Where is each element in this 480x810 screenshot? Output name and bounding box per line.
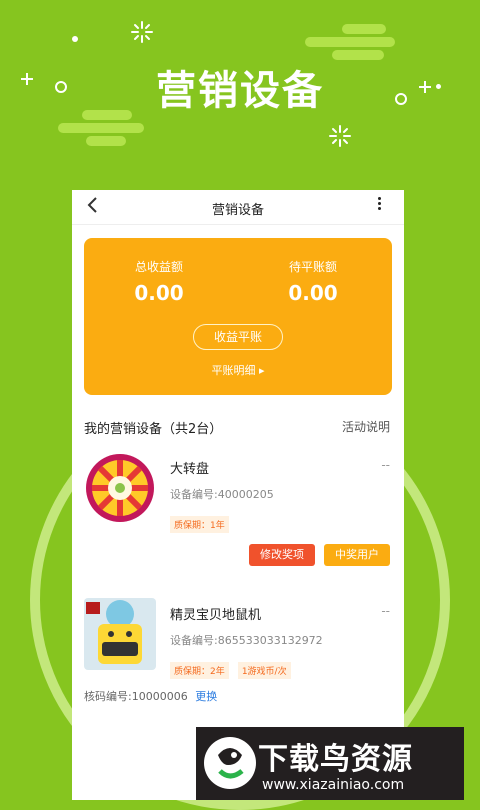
device-item[interactable]: 精灵宝贝地鼠机 -- 设备编号:865533033132972 质保期：2年 1… [84, 598, 390, 679]
phone-screen: 营销设备 总收益额 0.00 待平账额 0.00 收益平账 平账明细 ▸ 我的营… [72, 190, 404, 800]
warranty-tag: 质保期：2年 [170, 662, 229, 679]
winners-button[interactable]: 中奖用户 [324, 544, 390, 566]
watermark-name: 下载鸟资源 [258, 742, 413, 777]
nav-title: 营销设备 [211, 203, 264, 218]
total-earnings: 总收益额 0.00 [84, 258, 234, 305]
pending-settlement: 待平账额 0.00 [238, 258, 388, 305]
edit-prizes-button[interactable]: 修改奖项 [249, 544, 315, 566]
device-item[interactable]: 大转盘 -- 设备编号:40000205 质保期：1年 修改奖项 中奖用户 [84, 452, 390, 572]
devices-section-header: 我的营销设备（共2台） 活动说明 [84, 418, 390, 437]
total-earnings-value: 0.00 [134, 281, 184, 305]
warranty-tag: 质保期：1年 [170, 516, 229, 533]
nav-bar: 营销设备 [72, 190, 404, 225]
decor-cloud [58, 123, 144, 133]
device-status: -- [381, 458, 390, 472]
sparkle-icon [329, 125, 351, 147]
decor-cloud [86, 136, 126, 146]
total-earnings-label: 总收益额 [134, 260, 183, 274]
price-tag: 1游戏币/次 [237, 662, 291, 679]
device-status: -- [381, 604, 390, 618]
settlement-detail-link[interactable]: 平账明细 ▸ [84, 362, 392, 378]
promo-title: 营销设备 [156, 68, 324, 114]
verification-code: 核码编号:10000006 [84, 690, 188, 703]
devices-section-title: 我的营销设备（共2台） [84, 422, 223, 437]
device-name: 大转盘 [170, 462, 210, 477]
device-tags: 质保期：2年 1游戏币/次 [170, 659, 295, 679]
verification-code-row: 核码编号:10000006 更换 [84, 688, 217, 704]
pending-settlement-label: 待平账额 [288, 260, 337, 274]
watermark-badge: 下载鸟资源 www.xiazainiao.com [196, 727, 464, 800]
watermark-url: www.xiazainiao.com [262, 777, 405, 793]
device-code: 设备编号:865533033132972 [170, 634, 323, 647]
change-code-link[interactable]: 更换 [195, 690, 217, 703]
bird-logo-icon [204, 737, 256, 789]
sparkle-icon [131, 21, 153, 43]
dot [72, 36, 78, 42]
device-name: 精灵宝贝地鼠机 [170, 608, 262, 623]
more-vertical-icon[interactable] [378, 197, 382, 212]
activity-description-link[interactable]: 活动说明 [342, 418, 390, 435]
device-tags: 质保期：1年 [170, 513, 233, 533]
device-code: 设备编号:40000205 [170, 488, 274, 501]
decor-cloud [305, 37, 395, 47]
device-thumbnail [84, 598, 156, 670]
pending-settlement-value: 0.00 [288, 281, 338, 305]
settle-earnings-button[interactable]: 收益平账 [193, 324, 283, 350]
device-thumbnail [84, 452, 156, 524]
earnings-card: 总收益额 0.00 待平账额 0.00 收益平账 平账明细 ▸ [84, 238, 392, 395]
decor-cloud [342, 24, 386, 34]
